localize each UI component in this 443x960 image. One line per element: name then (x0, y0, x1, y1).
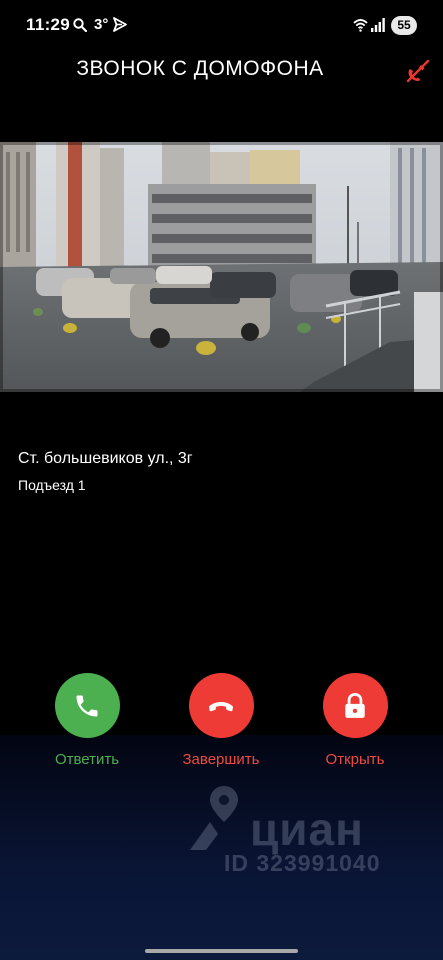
map-pin-logo-icon (190, 786, 238, 850)
hangup-circle[interactable] (188, 673, 254, 738)
hang-up-icon (209, 701, 233, 711)
intercom-call-screen: 11:29 3° 55 ЗВОНОК С ДОМОФОНА Ст. больше… (0, 0, 443, 960)
intercom-video-feed (0, 142, 443, 392)
lock-icon (345, 692, 365, 718)
battery-indicator: 55 (391, 16, 417, 35)
phone-icon (76, 695, 98, 716)
status-bar: 11:29 3° 55 (0, 0, 443, 52)
camera-image (0, 142, 443, 392)
status-temperature: 3° (94, 16, 109, 33)
hangup-button[interactable]: Завершить (166, 673, 276, 768)
watermark-id: ID 323991040 (224, 850, 381, 876)
answer-button[interactable]: Ответить (32, 673, 142, 768)
hangup-label: Завершить (182, 751, 260, 768)
wifi-icon (353, 19, 368, 32)
intercom-entrance: Подъезд 1 (18, 477, 86, 493)
status-time: 11:29 (26, 15, 71, 34)
signal-icon (371, 18, 385, 32)
answer-circle[interactable] (54, 673, 120, 738)
home-indicator[interactable] (145, 949, 298, 953)
watermark: циан ID 323991040 (188, 778, 418, 888)
page-title: ЗВОНОК С ДОМОФОНА (76, 57, 324, 80)
watermark-brand: циан (250, 803, 364, 855)
send-icon (113, 17, 127, 32)
open-door-circle[interactable] (322, 673, 388, 738)
open-door-label: Открыть (325, 751, 385, 768)
search-icon (73, 18, 87, 32)
phone-off-icon[interactable] (405, 58, 431, 84)
open-door-button[interactable]: Открыть (300, 673, 410, 768)
intercom-address: Ст. большевиков ул., 3г (18, 450, 193, 467)
answer-label: Ответить (54, 751, 120, 768)
